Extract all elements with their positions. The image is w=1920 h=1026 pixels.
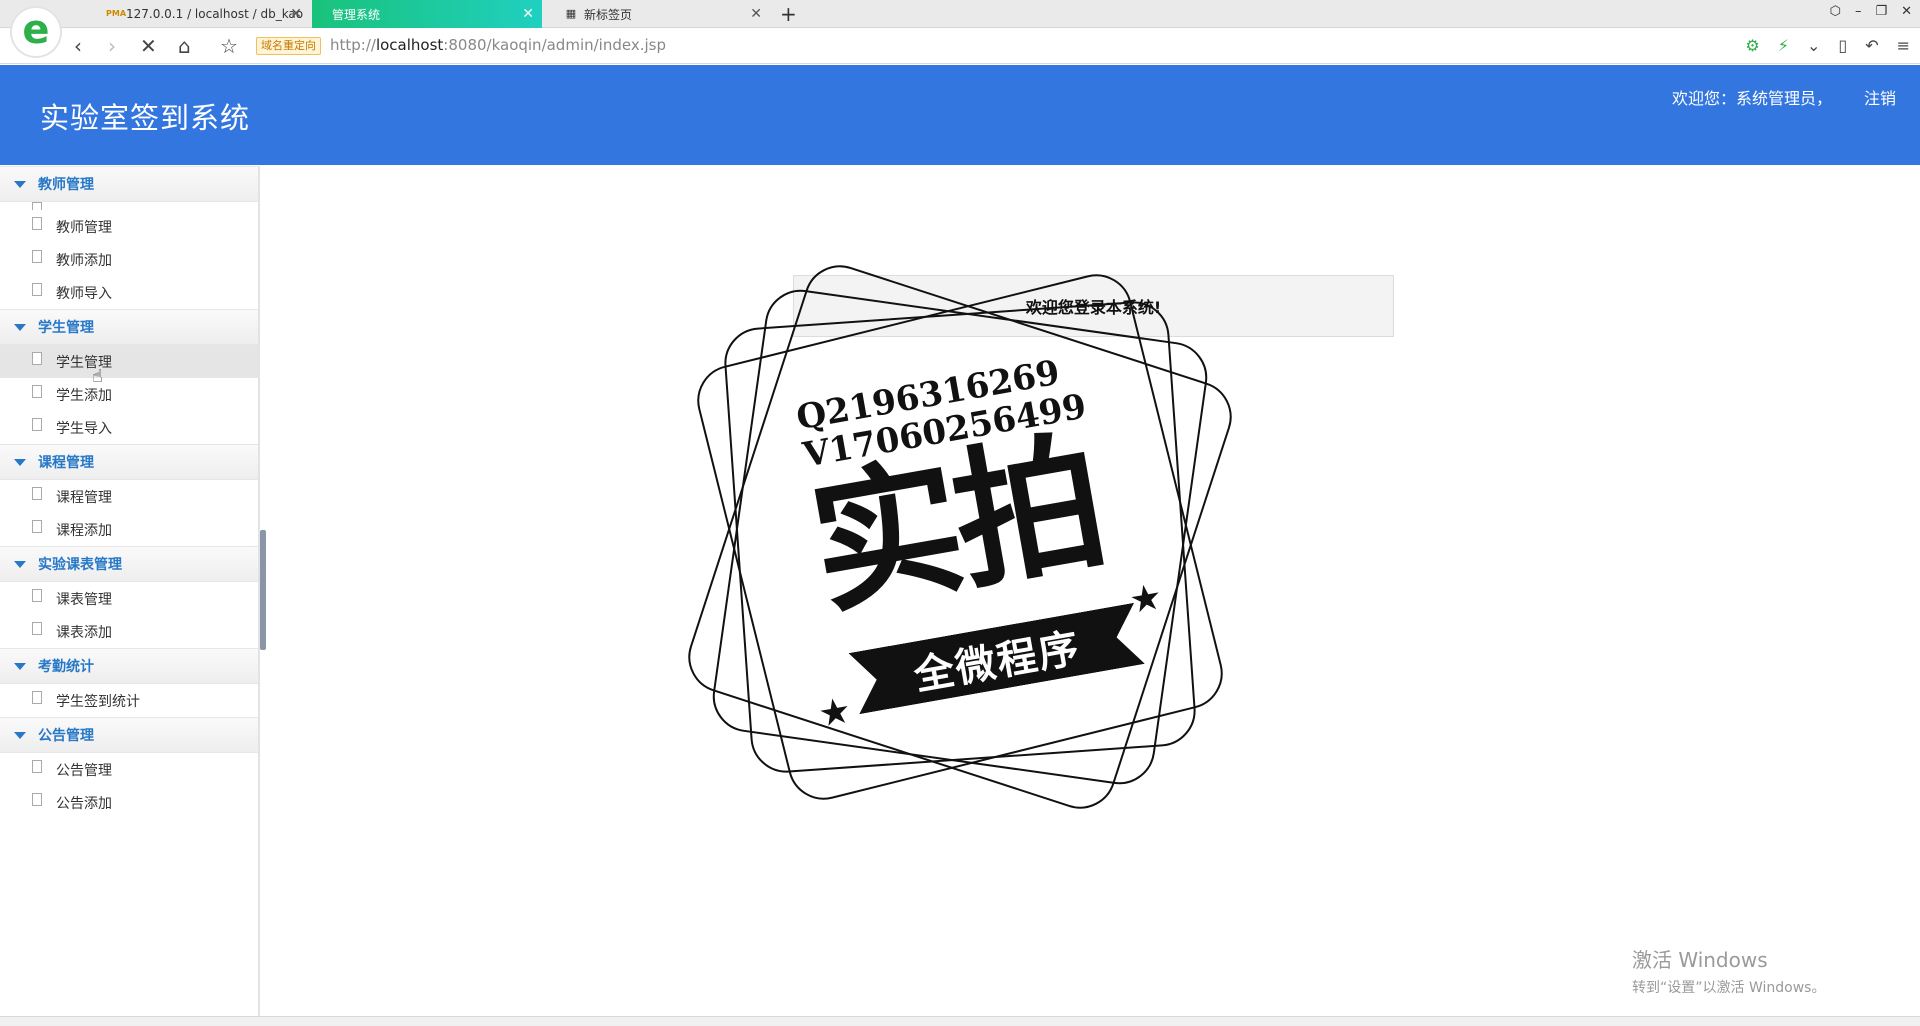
triangle-down-icon bbox=[14, 323, 26, 331]
watermark-line1: 激活 Windows bbox=[1632, 948, 1768, 972]
document-icon bbox=[32, 202, 42, 210]
watermark-stamp: Q2196316269 V17060256499 实拍 全微程序 ★ ★ bbox=[679, 256, 1241, 818]
document-icon bbox=[32, 352, 42, 365]
restore-icon[interactable]: ❐ bbox=[1875, 4, 1887, 19]
sidebar-item-teacher-import[interactable]: 教师导入 bbox=[0, 276, 258, 309]
close-icon[interactable]: ✕ bbox=[750, 6, 762, 22]
sidebar-item-teacher-add[interactable]: 教师添加 bbox=[0, 243, 258, 276]
sidebar-group-students[interactable]: 学生管理 bbox=[0, 309, 258, 345]
url-input[interactable]: http://localhost:8080/kaoqin/admin/index… bbox=[330, 36, 666, 54]
document-icon bbox=[32, 418, 42, 431]
sidebar-group-schedule[interactable]: 实验课表管理 bbox=[0, 546, 258, 582]
stop-icon[interactable]: ✕ bbox=[140, 34, 157, 58]
sidebar-item-course-manage[interactable]: 课程管理 bbox=[0, 480, 258, 513]
lightning-icon[interactable]: ⚡ bbox=[1778, 36, 1789, 55]
tab-new-tab[interactable]: ▦ 新标签页 ✕ bbox=[544, 0, 770, 28]
close-window-icon[interactable]: ✕ bbox=[1901, 4, 1912, 19]
triangle-down-icon bbox=[14, 560, 26, 568]
sidebar-item-schedule-add[interactable]: 课表添加 bbox=[0, 615, 258, 648]
sidebar-scrollbar[interactable] bbox=[260, 530, 266, 650]
sidebar-item-course-add[interactable]: 课程添加 bbox=[0, 513, 258, 546]
bookmark-icon[interactable]: ▯ bbox=[1838, 36, 1847, 55]
address-bar: ‹ › ✕ ⌂ ☆ 域名重定向 http://localhost:8080/ka… bbox=[0, 28, 1920, 64]
triangle-down-icon bbox=[14, 458, 26, 466]
document-icon bbox=[32, 760, 42, 773]
undo-icon[interactable]: ↶ bbox=[1865, 36, 1878, 55]
phpmyadmin-icon: PMA bbox=[106, 9, 127, 18]
app-header: 实验室签到系统 欢迎您：系统管理员， 注销 bbox=[0, 65, 1920, 165]
close-icon[interactable]: ✕ bbox=[522, 6, 534, 22]
star-icon: ★ bbox=[1126, 576, 1166, 623]
accelerate-icon[interactable]: ⚙ bbox=[1745, 36, 1759, 55]
document-icon bbox=[32, 691, 42, 704]
sidebar-item-notice-add[interactable]: 公告添加 bbox=[0, 786, 258, 819]
triangle-down-icon bbox=[14, 180, 26, 188]
sidebar-group-attendance[interactable]: 考勤统计 bbox=[0, 648, 258, 684]
document-icon bbox=[32, 250, 42, 263]
new-tab-button[interactable]: + bbox=[780, 2, 797, 26]
welcome-user: 欢迎您：系统管理员， bbox=[1672, 89, 1833, 108]
sidebar-item-student-manage[interactable]: 学生管理 bbox=[0, 345, 258, 378]
chevron-down-icon[interactable]: ⌄ bbox=[1807, 36, 1820, 55]
window-controls: ⬡ – ❐ ✕ bbox=[1830, 4, 1912, 19]
grid-icon: ▦ bbox=[565, 7, 577, 20]
document-icon bbox=[32, 622, 42, 635]
document-icon bbox=[32, 283, 42, 296]
stamp-content: Q2196316269 V17060256499 实拍 全微程序 ★ ★ bbox=[679, 254, 1241, 821]
document-icon bbox=[32, 217, 42, 230]
browser-tab-bar: PMA 127.0.0.1 / localhost / db_kao ✕ 管理系… bbox=[0, 0, 1920, 28]
skin-icon[interactable]: ⬡ bbox=[1830, 4, 1841, 19]
document-icon bbox=[32, 793, 42, 806]
triangle-down-icon bbox=[14, 662, 26, 670]
sidebar: 教师管理 教师管理 教师添加 教师导入 学生管理 学生管理 学生添加 学生导入 … bbox=[0, 166, 260, 1016]
tab-admin-system[interactable]: 管理系统 ✕ bbox=[312, 0, 542, 28]
sidebar-item-student-add[interactable]: 学生添加 bbox=[0, 378, 258, 411]
document-icon bbox=[32, 385, 42, 398]
sidebar-group-courses[interactable]: 课程管理 bbox=[0, 444, 258, 480]
back-icon[interactable]: ‹ bbox=[74, 34, 82, 58]
document-icon bbox=[32, 487, 42, 500]
forward-icon[interactable]: › bbox=[108, 34, 116, 58]
home-icon[interactable]: ⌂ bbox=[178, 34, 191, 58]
address-tools: ⚙ ⚡ ⌄ ▯ ↶ ≡ bbox=[1745, 36, 1910, 55]
sidebar-item-attendance-stats[interactable]: 学生签到统计 bbox=[0, 684, 258, 717]
hand-cursor-icon: ☝ bbox=[92, 366, 103, 387]
star-icon[interactable]: ☆ bbox=[220, 34, 238, 58]
sidebar-item-teacher-manage[interactable]: 教师管理 bbox=[0, 210, 258, 243]
logout-link[interactable]: 注销 bbox=[1864, 85, 1896, 109]
minimize-icon[interactable]: – bbox=[1855, 4, 1862, 19]
document-icon bbox=[32, 589, 42, 602]
close-icon[interactable]: ✕ bbox=[290, 6, 302, 22]
windows-activation-watermark: 激活 Windows 转到“设置”以激活 Windows。 bbox=[1632, 944, 1825, 997]
tab-label: 127.0.0.1 / localhost / db_kao bbox=[126, 7, 304, 21]
watermark-line2: 转到“设置”以激活 Windows。 bbox=[1632, 980, 1826, 996]
app-title: 实验室签到系统 bbox=[40, 101, 251, 135]
sidebar-item-student-import[interactable]: 学生导入 bbox=[0, 411, 258, 444]
star-icon: ★ bbox=[815, 689, 855, 736]
document-icon bbox=[32, 520, 42, 533]
sidebar-item-schedule-manage[interactable]: 课表管理 bbox=[0, 582, 258, 615]
browser-status-bar bbox=[0, 1016, 1920, 1026]
browser-logo[interactable]: e bbox=[10, 6, 62, 58]
sidebar-group-notices[interactable]: 公告管理 bbox=[0, 717, 258, 753]
menu-spacer bbox=[0, 202, 258, 210]
redirect-badge[interactable]: 域名重定向 bbox=[256, 37, 321, 55]
tab-label: 管理系统 bbox=[332, 7, 381, 22]
sidebar-group-teachers[interactable]: 教师管理 bbox=[0, 166, 258, 202]
menu-icon[interactable]: ≡ bbox=[1897, 36, 1910, 55]
tab-phpmyadmin[interactable]: PMA 127.0.0.1 / localhost / db_kao ✕ bbox=[86, 0, 310, 28]
sidebar-item-notice-manage[interactable]: 公告管理 bbox=[0, 753, 258, 786]
tab-label: 新标签页 bbox=[584, 7, 633, 22]
triangle-down-icon bbox=[14, 731, 26, 739]
